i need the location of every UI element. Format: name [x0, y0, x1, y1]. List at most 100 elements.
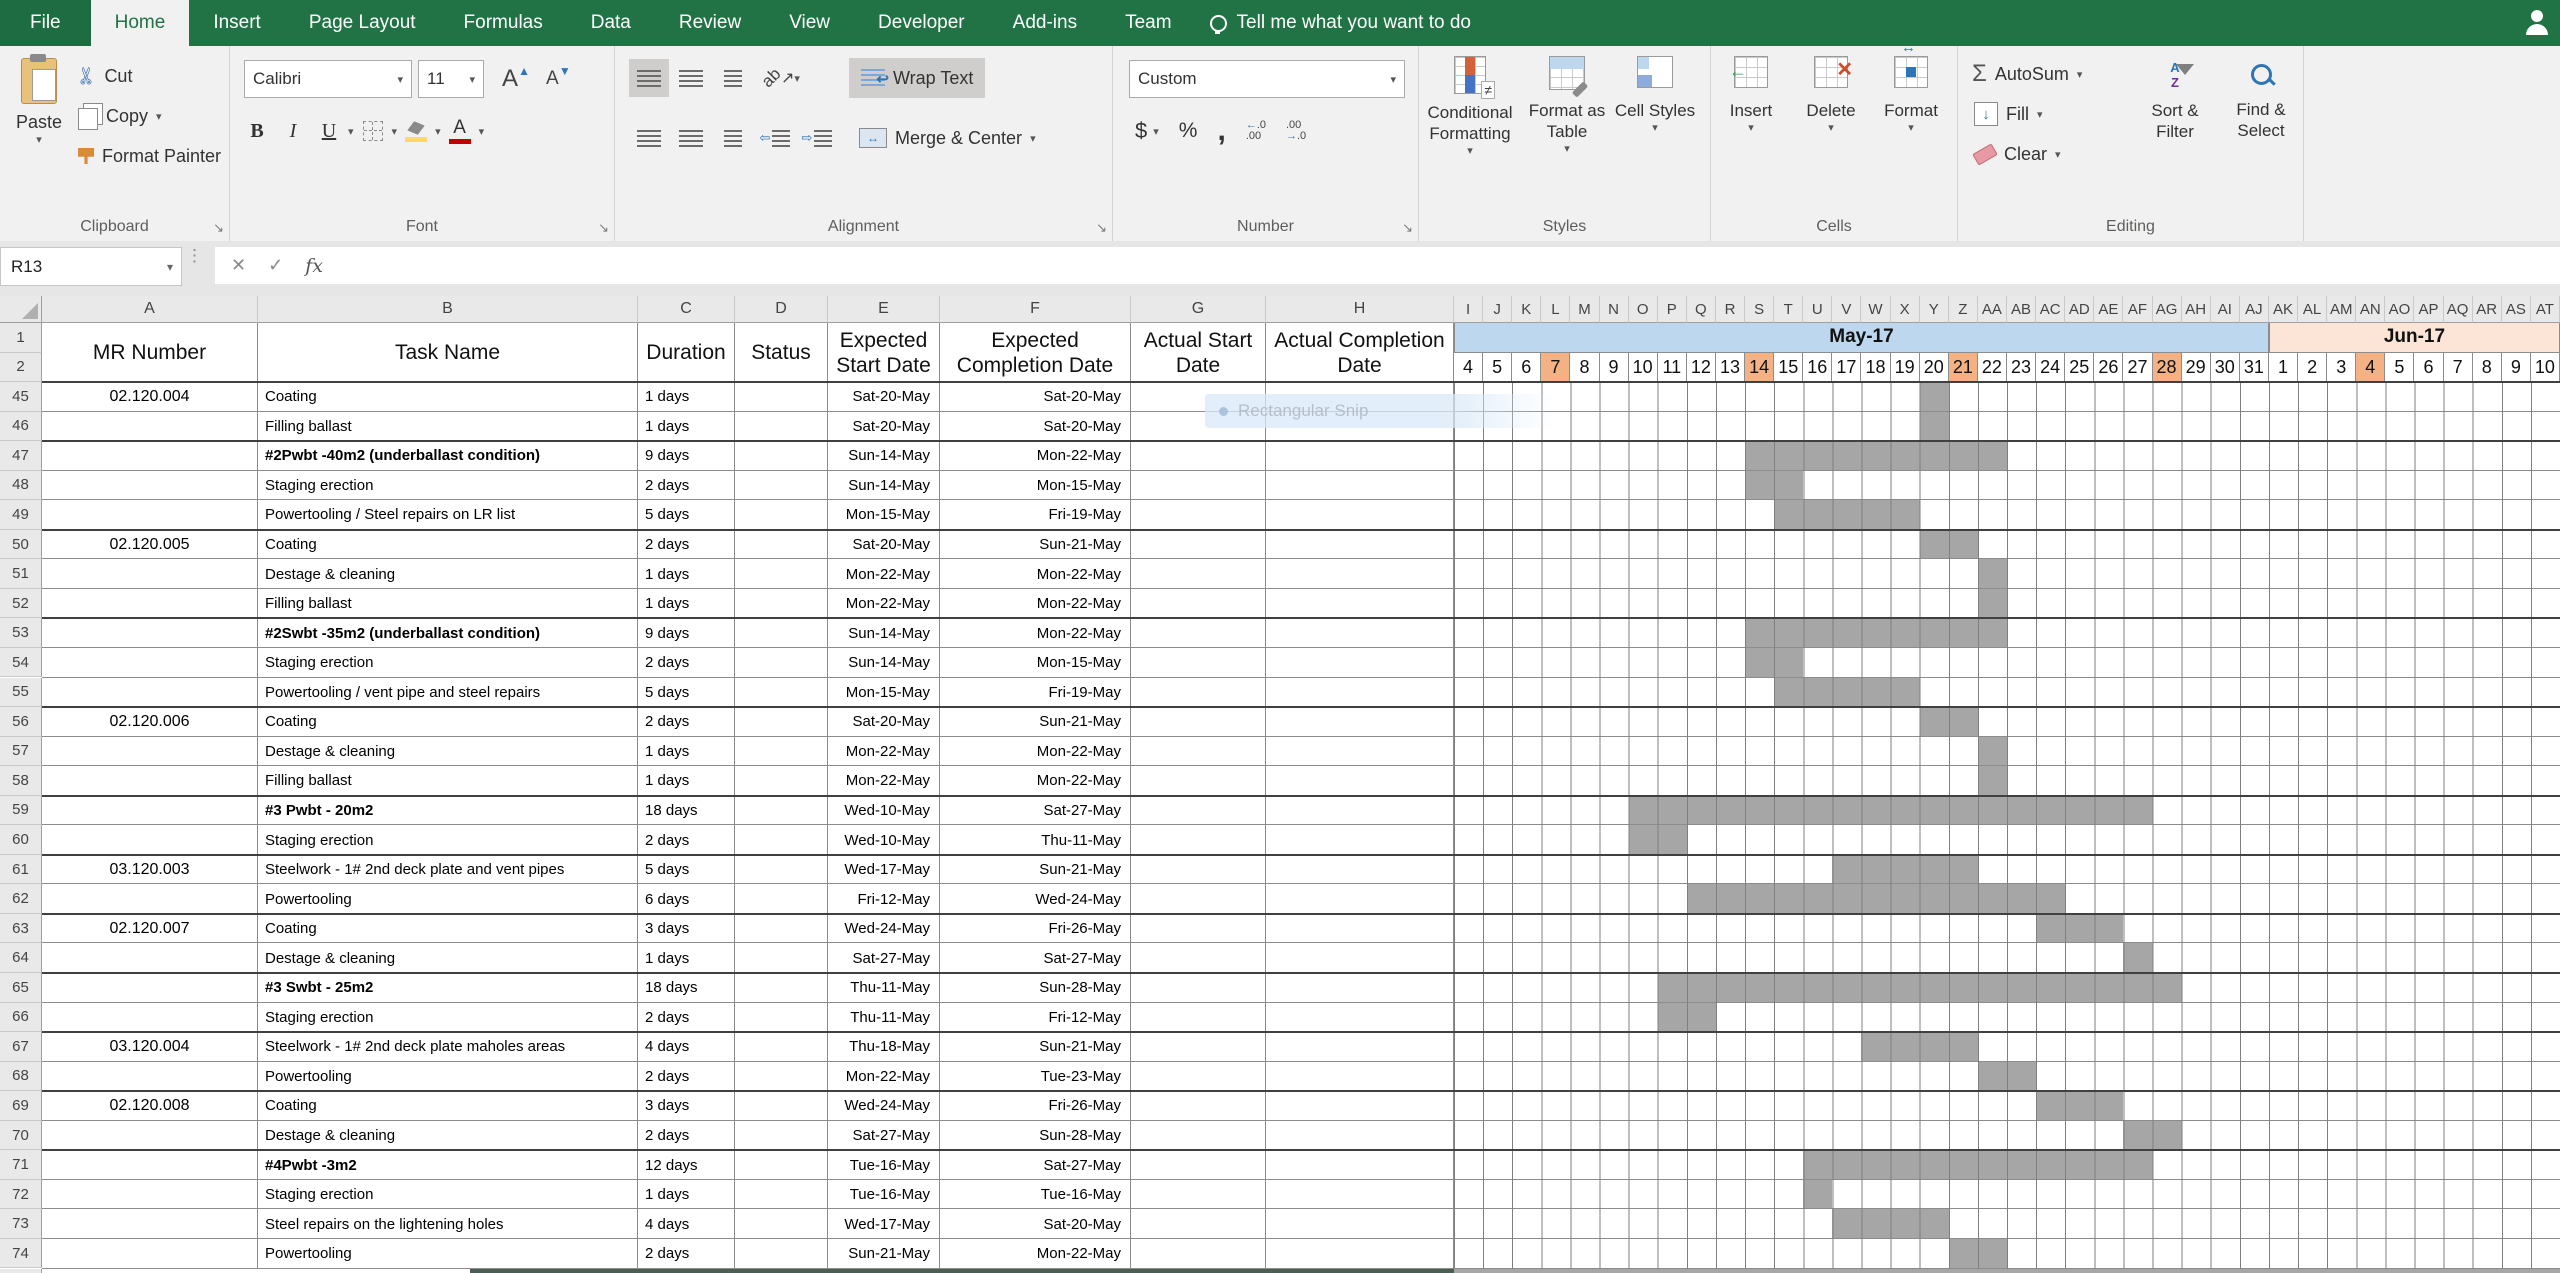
gantt-bar-row-64[interactable]: [2123, 943, 2152, 973]
gantt-bar-row-72[interactable]: [1803, 1180, 1832, 1210]
cell-B47[interactable]: #2Pwbt -40m2 (underballast condition): [258, 441, 638, 471]
column-header-AG[interactable]: AG: [2153, 296, 2182, 323]
cell-F60[interactable]: Thu-11-May: [940, 825, 1131, 855]
cell-H74[interactable]: [1266, 1239, 1454, 1269]
cell-D68[interactable]: [735, 1062, 828, 1092]
cell-G64[interactable]: [1131, 943, 1266, 973]
cell-D60[interactable]: [735, 825, 828, 855]
cell-D62[interactable]: [735, 884, 828, 914]
day-cell-may-27[interactable]: 27: [2123, 353, 2152, 383]
cell-D58[interactable]: [735, 766, 828, 796]
cell-C45[interactable]: 1 days: [638, 382, 735, 412]
cell-B58[interactable]: Filling ballast: [258, 766, 638, 796]
column-header-M[interactable]: M: [1570, 296, 1599, 323]
cell-F63[interactable]: Fri-26-May: [940, 914, 1131, 944]
row-header-50[interactable]: 50: [0, 530, 42, 560]
row-header-73[interactable]: 73: [0, 1209, 42, 1239]
cell-A48[interactable]: [42, 471, 258, 501]
cell-E58[interactable]: Mon-22-May: [828, 766, 940, 796]
day-cell-may-28[interactable]: 28: [2153, 353, 2182, 383]
row-header-69[interactable]: 69: [0, 1091, 42, 1121]
cell-B67[interactable]: Steelwork - 1# 2nd deck plate maholes ar…: [258, 1032, 638, 1062]
cell-C61[interactable]: 5 days: [638, 855, 735, 885]
cell-D48[interactable]: [735, 471, 828, 501]
header-cell-B[interactable]: Task Name: [258, 323, 638, 382]
day-cell-may-4[interactable]: 4: [1454, 353, 1483, 383]
column-header-A[interactable]: A: [42, 296, 258, 323]
column-header-AP[interactable]: AP: [2414, 296, 2443, 323]
cell-D71[interactable]: [735, 1150, 828, 1180]
cell-D47[interactable]: [735, 441, 828, 471]
row-header-61[interactable]: 61: [0, 855, 42, 885]
day-cell-may-26[interactable]: 26: [2094, 353, 2123, 383]
header-cell-G[interactable]: Actual Start Date: [1131, 323, 1266, 382]
cell-G53[interactable]: [1131, 618, 1266, 648]
cell-H49[interactable]: [1266, 500, 1454, 530]
month-band-jun-17[interactable]: Jun-17: [2269, 323, 2560, 353]
row-header-47[interactable]: 47: [0, 441, 42, 471]
cell-B70[interactable]: Destage & cleaning: [258, 1121, 638, 1151]
cell-E66[interactable]: Thu-11-May: [828, 1003, 940, 1033]
cell-H51[interactable]: [1266, 559, 1454, 589]
cell-F59[interactable]: Sat-27-May: [940, 796, 1131, 826]
column-header-AL[interactable]: AL: [2298, 296, 2327, 323]
cell-D54[interactable]: [735, 648, 828, 678]
gantt-bar-row-47[interactable]: [1745, 441, 2007, 471]
cell-C73[interactable]: 4 days: [638, 1209, 735, 1239]
cell-G56[interactable]: [1131, 707, 1266, 737]
cell-E70[interactable]: Sat-27-May: [828, 1121, 940, 1151]
cell-D69[interactable]: [735, 1091, 828, 1121]
cell-A54[interactable]: [42, 648, 258, 678]
column-header-AJ[interactable]: AJ: [2240, 296, 2269, 323]
column-header-I[interactable]: I: [1454, 296, 1483, 323]
row-header-68[interactable]: 68: [0, 1062, 42, 1092]
cell-B54[interactable]: Staging erection: [258, 648, 638, 678]
cell-G52[interactable]: [1131, 589, 1266, 619]
cell-A69[interactable]: 02.120.008: [42, 1091, 258, 1121]
cell-C62[interactable]: 6 days: [638, 884, 735, 914]
cell-D74[interactable]: [735, 1239, 828, 1269]
cell-D55[interactable]: [735, 678, 828, 708]
row-header-52[interactable]: 52: [0, 589, 42, 619]
row-header-60[interactable]: 60: [0, 825, 42, 855]
cell-A47[interactable]: [42, 441, 258, 471]
row-header-71[interactable]: 71: [0, 1150, 42, 1180]
cell-G62[interactable]: [1131, 884, 1266, 914]
cell-H59[interactable]: [1266, 796, 1454, 826]
column-header-G[interactable]: G: [1131, 296, 1266, 323]
cell-F46[interactable]: Sat-20-May: [940, 412, 1131, 442]
gantt-bar-row-52[interactable]: [1978, 589, 2007, 619]
day-cell-may-30[interactable]: 30: [2211, 353, 2240, 383]
cell-D61[interactable]: [735, 855, 828, 885]
day-cell-may-11[interactable]: 11: [1658, 353, 1687, 383]
gantt-bar-row-61[interactable]: [1832, 855, 1978, 885]
column-header-AK[interactable]: AK: [2269, 296, 2298, 323]
gantt-bar-row-63[interactable]: [2036, 914, 2123, 944]
gantt-bar-row-46[interactable]: [1920, 412, 1949, 442]
row-header-55[interactable]: 55: [0, 678, 42, 708]
cell-B64[interactable]: Destage & cleaning: [258, 943, 638, 973]
cell-B49[interactable]: Powertooling / Steel repairs on LR list: [258, 500, 638, 530]
cell-H63[interactable]: [1266, 914, 1454, 944]
column-header-O[interactable]: O: [1629, 296, 1658, 323]
cell-A74[interactable]: [42, 1239, 258, 1269]
cell-E72[interactable]: Tue-16-May: [828, 1180, 940, 1210]
cell-B56[interactable]: Coating: [258, 707, 638, 737]
column-header-P[interactable]: P: [1658, 296, 1687, 323]
gantt-bar-row-56[interactable]: [1920, 707, 1978, 737]
cell-C67[interactable]: 4 days: [638, 1032, 735, 1062]
cell-B63[interactable]: Coating: [258, 914, 638, 944]
cell-D57[interactable]: [735, 737, 828, 767]
cell-B73[interactable]: Steel repairs on the lightening holes: [258, 1209, 638, 1239]
cell-C47[interactable]: 9 days: [638, 441, 735, 471]
cell-D70[interactable]: [735, 1121, 828, 1151]
cell-H69[interactable]: [1266, 1091, 1454, 1121]
cell-F72[interactable]: Tue-16-May: [940, 1180, 1131, 1210]
gantt-bar-row-45[interactable]: [1920, 382, 1949, 412]
cell-A46[interactable]: [42, 412, 258, 442]
cell-E62[interactable]: Fri-12-May: [828, 884, 940, 914]
row-header-49[interactable]: 49: [0, 500, 42, 530]
cell-D67[interactable]: [735, 1032, 828, 1062]
cell-G67[interactable]: [1131, 1032, 1266, 1062]
day-cell-may-25[interactable]: 25: [2065, 353, 2094, 383]
